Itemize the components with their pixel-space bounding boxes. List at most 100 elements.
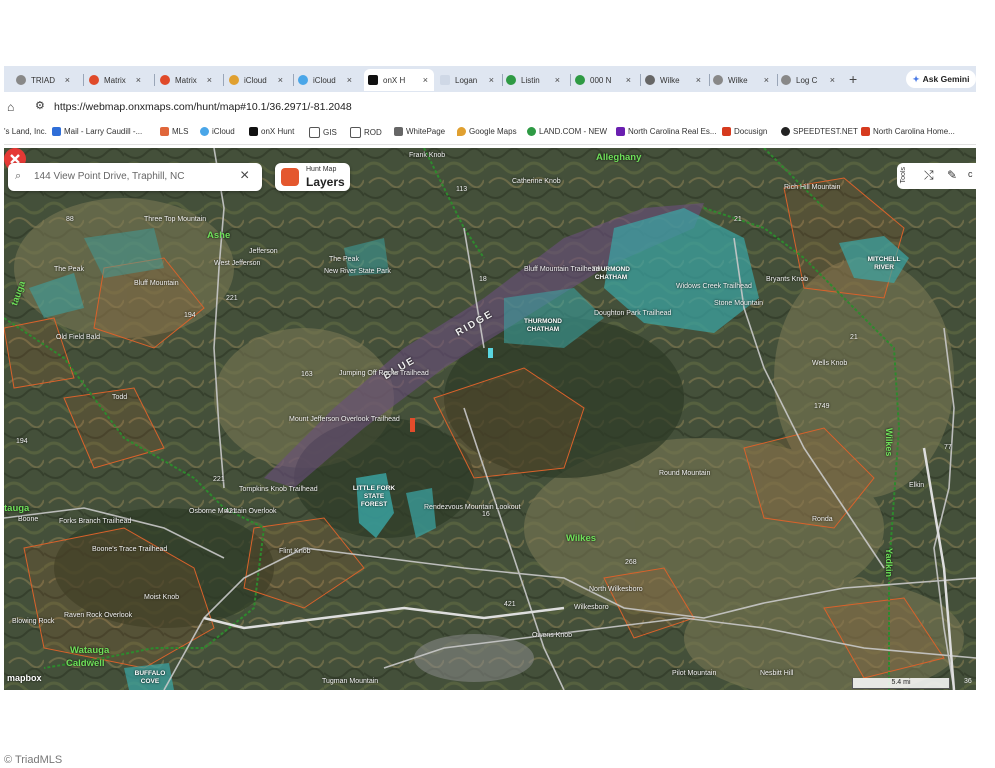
bookmark-docusign[interactable]: Docusign (722, 127, 767, 136)
bookmark-nc-home[interactable]: North Carolina Home... (861, 127, 955, 136)
bookmark-google-maps[interactable]: Google Maps (457, 127, 517, 136)
feature-label: Wells Knob (812, 360, 848, 367)
mls-credit: © TriadMLS (4, 754, 63, 766)
ask-gemini-button[interactable]: ✦ Ask Gemini (906, 70, 976, 88)
search-input[interactable]: 144 View Point Drive, Traphill, NC (34, 171, 184, 182)
bookmark-rod[interactable]: ROD (350, 127, 382, 138)
tab-favicon (575, 75, 585, 85)
map-search-box[interactable]: ⌕ 144 View Point Drive, Traphill, NC × (8, 163, 262, 191)
bookmark-onx-hunt[interactable]: onX Hunt (249, 127, 294, 136)
tab-favicon (16, 75, 26, 85)
layers-button[interactable]: Hunt Map Layers (275, 163, 350, 191)
road-shield: 21 (850, 334, 858, 341)
folder-icon (309, 127, 320, 138)
park-label-little-fork: LITTLE FORK STATE FOREST (352, 485, 396, 508)
road-shield: 18 (479, 276, 487, 283)
tab-icloud-2[interactable]: iCloud × (298, 69, 358, 91)
tools-panel: Tools ⤭ ✎ c (897, 163, 976, 189)
tab-000[interactable]: 000 N × (575, 69, 637, 91)
bookmark-land-com[interactable]: LAND.COM - NEW (527, 127, 607, 136)
tab-separator (223, 74, 224, 86)
bookmark-gis[interactable]: GIS (309, 127, 337, 138)
feature-label: Three Top Mountain (144, 216, 207, 223)
close-icon[interactable]: × (764, 75, 769, 85)
tab-matrix-1[interactable]: Matrix × (89, 69, 147, 91)
close-icon[interactable]: × (830, 75, 835, 85)
park-label-mitchell: MITCHELL RIVER (867, 256, 901, 271)
parcel-accent (410, 418, 415, 432)
tab-log-c[interactable]: Log C × (781, 69, 841, 91)
home-icon[interactable]: ⌂ (7, 100, 14, 114)
feature-label: Mount Jefferson Overlook Trailhead (289, 416, 400, 423)
new-tab-button[interactable]: + (849, 71, 857, 87)
route-tool-icon[interactable]: ⤭ (924, 168, 934, 183)
tab-wilkes-2[interactable]: Wilke × (713, 69, 775, 91)
map-canvas[interactable] (4, 148, 976, 690)
feature-label: Tugman Mountain (322, 678, 379, 685)
tab-favicon (506, 75, 516, 85)
county-label-wilkes: Wilkes (566, 533, 597, 544)
draw-tool-icon[interactable]: ✎ (947, 168, 957, 182)
map-pin-icon (457, 127, 466, 136)
park-label-buffalo: BUFFALO COVE (134, 670, 166, 685)
bookmark-mail[interactable]: Mail - Larry Caudill -... (52, 127, 142, 136)
scale-bar: 5.4 mi (852, 678, 950, 689)
tab-logan[interactable]: Logan × (440, 69, 500, 91)
url-field[interactable]: https://webmap.onxmaps.com/hunt/map#10.1… (54, 101, 352, 113)
bookmark-land-inc[interactable]: 's Land, Inc. (4, 127, 47, 136)
close-icon[interactable]: × (555, 75, 560, 85)
county-label-alleghany: Alleghany (596, 152, 642, 163)
mail-icon (52, 127, 61, 136)
tab-listing[interactable]: Listin × (506, 69, 566, 91)
feature-label: Owens Knob (532, 632, 573, 639)
onx-icon (249, 127, 258, 136)
tab-separator (293, 74, 294, 86)
address-bar: ⌂ ⚙ https://webmap.onxmaps.com/hunt/map#… (4, 92, 976, 122)
close-icon[interactable]: × (278, 75, 283, 85)
more-tools-icon[interactable]: c (968, 169, 973, 179)
town-label: Blowing Rock (12, 618, 55, 625)
road-shield: 421 (504, 601, 516, 608)
feature-label: Boone's Trace Trailhead (92, 546, 168, 553)
bookmark-whitepage[interactable]: WhitePage (394, 127, 445, 136)
hunt-map[interactable]: Alleghany Ashe Wilkes Watauga Caldwell t… (4, 148, 976, 690)
tab-separator (502, 74, 503, 86)
feature-label: Nesbitt Hill (760, 670, 794, 677)
tab-onx-hunt[interactable]: onX H × (364, 69, 434, 91)
road-shield: 421 (225, 508, 237, 515)
feature-label: Old Field Bald (56, 334, 100, 341)
close-icon[interactable]: × (626, 75, 631, 85)
tab-separator (709, 74, 710, 86)
feature-label: Bluff Mountain (134, 280, 179, 287)
tab-icloud-1[interactable]: iCloud × (229, 69, 289, 91)
feature-label: Widows Creek Trailhead (676, 283, 752, 290)
close-icon[interactable]: × (207, 75, 212, 85)
clear-search-icon[interactable]: × (240, 167, 249, 185)
road-shield: 194 (184, 312, 196, 319)
close-icon[interactable]: × (423, 75, 428, 85)
mapbox-logo: mapbox (7, 673, 42, 683)
tab-favicon (368, 75, 378, 85)
bookmark-speedtest[interactable]: SPEEDTEST.NET (781, 127, 858, 136)
tab-matrix-2[interactable]: Matrix × (160, 69, 218, 91)
town-label: Todd (112, 394, 128, 401)
close-icon[interactable]: × (136, 75, 141, 85)
tab-wilkes-1[interactable]: Wilke × (645, 69, 707, 91)
tab-favicon (781, 75, 791, 85)
county-label-watauga-left: tauga (4, 503, 30, 514)
site-settings-icon[interactable]: ⚙ (35, 99, 45, 112)
close-icon[interactable]: × (347, 75, 352, 85)
bookmark-icloud[interactable]: iCloud (200, 127, 235, 136)
tab-triad[interactable]: TRIAD × (16, 69, 76, 91)
town-wilkesboro-area (414, 634, 534, 682)
road-shield: 1749 (814, 403, 830, 410)
close-icon[interactable]: × (65, 75, 70, 85)
bookmark-nc-real-estate[interactable]: North Carolina Real Es... (616, 127, 716, 136)
close-icon[interactable]: × (696, 75, 701, 85)
bookmark-mls[interactable]: MLS (160, 127, 188, 136)
feature-label: Frank Knob (409, 152, 446, 159)
county-label-yadkin-vert: Yadkin (884, 548, 894, 578)
road-shield: 221 (226, 295, 238, 302)
road-shield: 113 (456, 186, 468, 193)
close-icon[interactable]: × (489, 75, 494, 85)
